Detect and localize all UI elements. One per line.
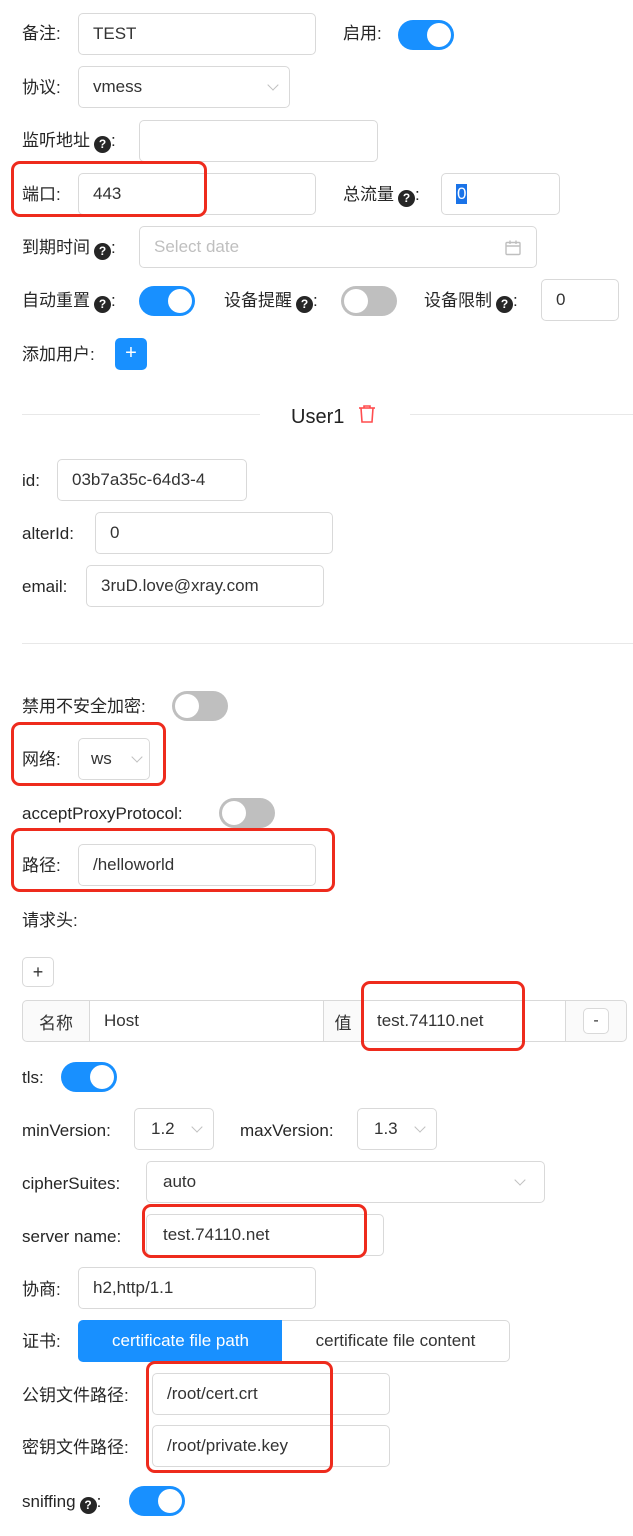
expiry-placeholder: Select date <box>154 237 240 256</box>
email-input[interactable]: 3ruD.love@xray.com <box>86 565 324 607</box>
minversion-label: minVersion: <box>22 1121 111 1140</box>
device-limit-label: 设备限制?: <box>424 291 518 313</box>
help-icon[interactable]: ? <box>94 136 111 153</box>
enable-switch[interactable] <box>398 20 454 50</box>
header-remove-addon: - <box>565 1000 627 1042</box>
device-alert-switch[interactable] <box>341 286 397 316</box>
alterid-input[interactable]: 0 <box>95 512 333 554</box>
delete-user-icon[interactable] <box>358 404 376 424</box>
email-label: email: <box>22 577 68 596</box>
total-traffic-input[interactable]: 0 <box>441 173 560 215</box>
help-icon[interactable]: ? <box>94 296 111 313</box>
maxversion-value: 1.3 <box>374 1119 398 1138</box>
cert-tab-file-content[interactable]: certificate file content <box>282 1320 510 1362</box>
alpn-select[interactable]: h2,http/1.1 <box>78 1267 316 1309</box>
help-icon[interactable]: ? <box>398 190 415 207</box>
privkey-label: 密钥文件路径: <box>22 1438 129 1457</box>
add-header-button[interactable]: + <box>22 957 54 987</box>
add-user-button[interactable]: + <box>115 338 147 370</box>
chevron-down-icon <box>414 1121 426 1133</box>
help-icon[interactable]: ? <box>94 243 111 260</box>
highlight-path <box>11 828 335 892</box>
header-name-addon: 名称 <box>22 1000 90 1042</box>
chevron-down-icon <box>267 79 279 91</box>
help-icon[interactable]: ? <box>296 296 313 313</box>
cert-label: 证书: <box>22 1332 61 1351</box>
enable-label: 启用: <box>343 24 382 43</box>
maxversion-select[interactable]: 1.3 <box>357 1108 437 1150</box>
tls-label: tls: <box>22 1068 44 1087</box>
expiry-date-picker[interactable]: Select date <box>139 226 537 268</box>
headers-label: 请求头: <box>22 911 78 930</box>
highlight-header-value <box>361 981 525 1051</box>
protocol-select[interactable]: vmess <box>78 66 290 108</box>
highlight-cert-paths <box>146 1361 333 1473</box>
ciphersuites-label: cipherSuites: <box>22 1174 121 1193</box>
servername-label: server name: <box>22 1227 122 1246</box>
user-title: User1 <box>291 406 345 428</box>
disable-insecure-label: 禁用不安全加密: <box>22 697 146 716</box>
device-limit-input[interactable]: 0 <box>541 279 619 321</box>
maxversion-label: maxVersion: <box>240 1121 334 1140</box>
help-icon[interactable]: ? <box>79 1497 97 1514</box>
ciphersuites-value: auto <box>163 1172 197 1191</box>
total-traffic-value: 0 <box>456 184 468 204</box>
tls-switch[interactable] <box>61 1062 117 1092</box>
sniffing-label: sniffing?: <box>22 1492 102 1514</box>
accept-proxy-switch[interactable] <box>219 798 275 828</box>
id-label: id: <box>22 471 40 490</box>
alpn-label: 协商: <box>22 1280 61 1299</box>
listen-input[interactable] <box>139 120 378 162</box>
header-name-input[interactable]: Host <box>89 1000 324 1042</box>
minversion-select[interactable]: 1.2 <box>134 1108 214 1150</box>
remark-input[interactable]: TEST <box>78 13 316 55</box>
header-value-addon: 值 <box>323 1000 363 1042</box>
protocol-value: vmess <box>93 77 143 96</box>
highlight-port <box>11 161 207 217</box>
id-input[interactable]: 03b7a35c-64d3-4 <box>57 459 247 501</box>
cert-tab-file-path[interactable]: certificate file path <box>78 1320 283 1362</box>
total-traffic-label: 总流量?: <box>343 185 420 207</box>
alterid-label: alterId: <box>22 524 74 543</box>
minversion-value: 1.2 <box>151 1119 175 1138</box>
disable-insecure-switch[interactable] <box>172 691 228 721</box>
divider-right <box>410 414 633 415</box>
pubkey-label: 公钥文件路径: <box>22 1386 129 1405</box>
chevron-down-icon <box>514 1174 526 1186</box>
section-divider <box>22 643 633 644</box>
divider-left <box>22 414 260 415</box>
expiry-label: 到期时间?: <box>22 238 116 260</box>
device-alert-label: 设备提醒?: <box>224 291 318 313</box>
highlight-network <box>11 722 166 786</box>
highlight-servername <box>142 1204 367 1258</box>
protocol-label: 协议: <box>22 78 61 97</box>
ciphersuites-select[interactable]: auto <box>146 1161 545 1203</box>
calendar-icon <box>505 240 521 256</box>
listen-label: 监听地址?: <box>22 131 116 153</box>
remove-header-button[interactable]: - <box>583 1008 609 1034</box>
remark-label: 备注: <box>22 24 61 43</box>
help-icon[interactable]: ? <box>496 296 513 313</box>
sniffing-switch[interactable] <box>129 1486 185 1516</box>
add-user-label: 添加用户: <box>22 345 95 364</box>
chevron-down-icon <box>191 1121 203 1133</box>
auto-reset-label: 自动重置?: <box>22 291 116 313</box>
accept-proxy-label: acceptProxyProtocol: <box>22 804 183 823</box>
auto-reset-switch[interactable] <box>139 286 195 316</box>
